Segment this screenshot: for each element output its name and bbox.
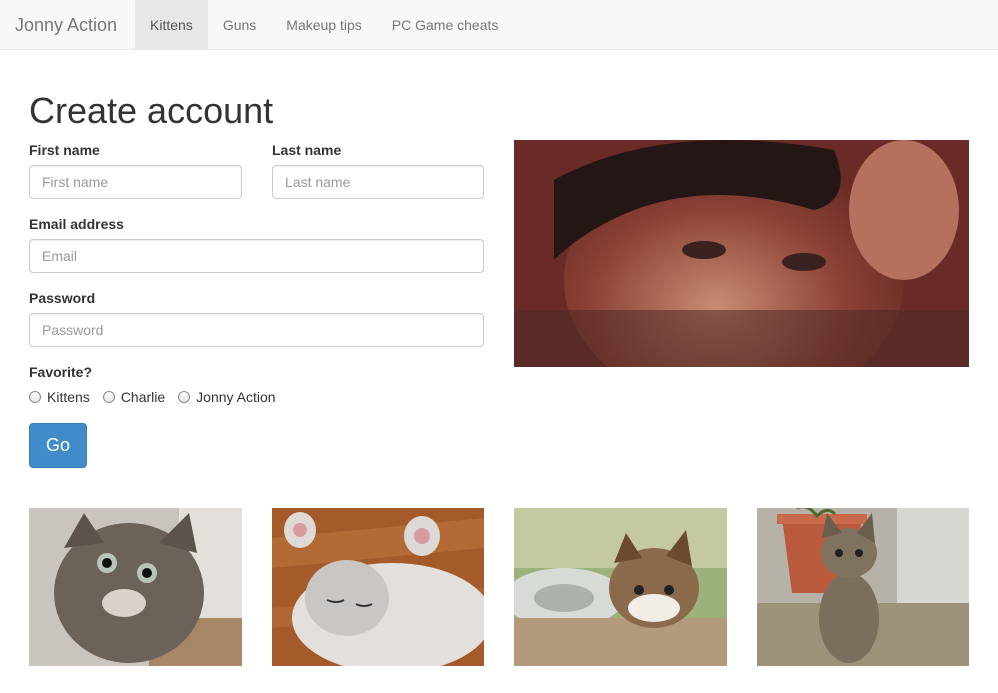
page-title: Create account — [29, 90, 274, 131]
radio-option-jonny-action[interactable]: Jonny Action — [178, 389, 276, 405]
radio-button[interactable] — [178, 391, 191, 403]
kitten-photo — [272, 508, 484, 666]
navbar-brand[interactable]: Jonny Action — [15, 0, 117, 50]
go-button[interactable]: Go — [29, 423, 87, 468]
radio-option-kittens[interactable]: Kittens — [29, 389, 90, 405]
nav-item-kittens[interactable]: Kittens — [135, 0, 208, 49]
first-name-input[interactable] — [29, 165, 242, 199]
radio-label: Jonny Action — [196, 389, 276, 405]
email-input[interactable] — [29, 239, 484, 273]
kitten-photo — [29, 508, 242, 666]
radio-button[interactable] — [102, 391, 115, 403]
last-name-label: Last name — [272, 142, 342, 158]
last-name-input[interactable] — [272, 165, 484, 199]
navbar-menu: Kittens Guns Makeup tips PC Game cheats — [135, 0, 513, 49]
nav-item-pc-game-cheats[interactable]: PC Game cheats — [377, 0, 514, 49]
favorite-label: Favorite? — [29, 364, 93, 380]
favorite-radio-group: Kittens Charlie Jonny Action — [29, 389, 289, 405]
radio-label: Charlie — [120, 389, 166, 405]
portrait-photo — [514, 140, 969, 367]
navbar: Jonny Action Kittens Guns Makeup tips PC… — [0, 0, 998, 50]
radio-label: Kittens — [47, 389, 90, 405]
password-label: Password — [29, 290, 96, 306]
nav-item-guns[interactable]: Guns — [208, 0, 271, 49]
password-input[interactable] — [29, 313, 484, 347]
kitten-photo — [514, 508, 727, 666]
kitten-photo — [757, 508, 969, 666]
email-label: Email address — [29, 216, 124, 232]
radio-button[interactable] — [29, 391, 41, 403]
nav-item-makeup-tips[interactable]: Makeup tips — [271, 0, 376, 49]
radio-option-charlie[interactable]: Charlie — [102, 389, 166, 405]
first-name-label: First name — [29, 142, 100, 158]
